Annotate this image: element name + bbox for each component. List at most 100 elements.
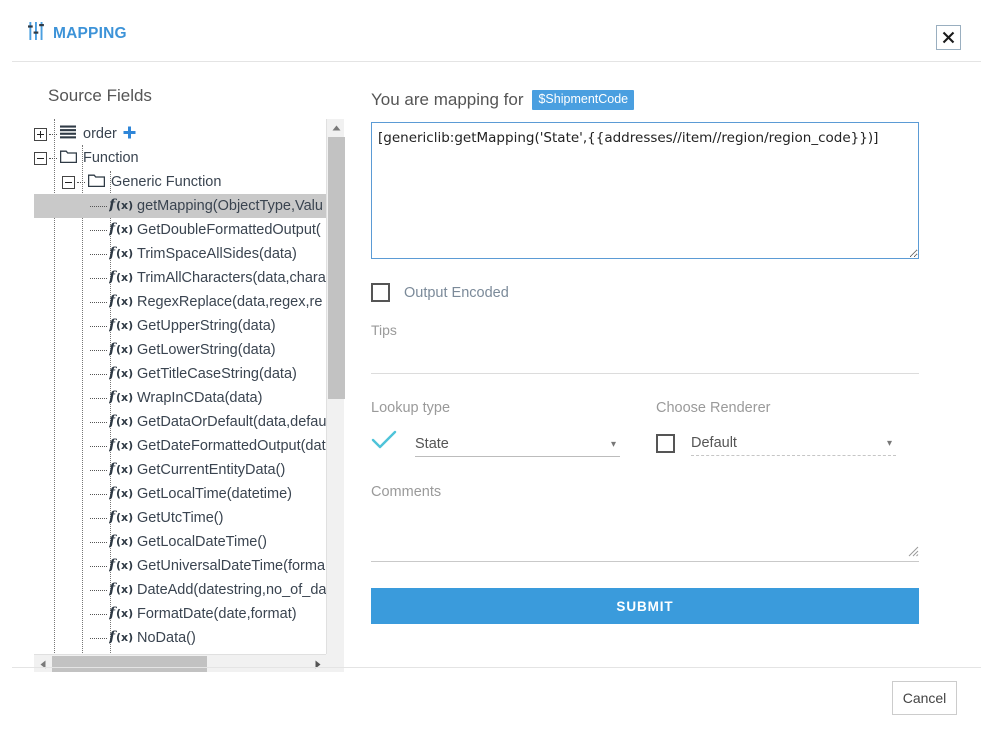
expand-icon[interactable] [34, 128, 47, 141]
fx-icon: f(x) [109, 556, 134, 576]
tree-item-label: NoData() [137, 630, 196, 646]
tree-function-item[interactable]: f(x)DateAdd(datestring,no_of_da [34, 578, 344, 602]
comments-input[interactable] [371, 536, 919, 562]
scrollbar-corner [326, 654, 344, 672]
close-icon [942, 31, 955, 44]
submit-button[interactable]: SUBMIT [371, 588, 919, 624]
source-fields-panel: Source Fields order Function Generic Funct… [34, 76, 344, 651]
resize-grip-icon[interactable] [907, 544, 919, 562]
tree-function-item[interactable]: f(x)GetUpperString(data) [34, 314, 344, 338]
scroll-left-button[interactable] [34, 655, 51, 673]
tree-function-item[interactable]: f(x)FormatDate(date,format) [34, 602, 344, 626]
svg-text:(x): (x) [116, 199, 133, 212]
svg-text:(x): (x) [116, 631, 133, 644]
tree-horizontal-scroll-thumb[interactable] [52, 656, 207, 672]
tree-connector [90, 278, 107, 279]
tree-connector [90, 542, 107, 543]
svg-text:(x): (x) [116, 439, 133, 452]
tree-function-item[interactable]: f(x)GetUtcTime() [34, 506, 344, 530]
tree-function-item[interactable]: f(x)NoData() [34, 626, 344, 650]
tree-connector [90, 590, 107, 591]
modal-header: MAPPING [0, 0, 993, 62]
tree-function-item[interactable]: f(x)TrimSpaceAllSides(data) [34, 242, 344, 266]
tree-function-item[interactable]: f(x)GetLocalDateTime() [34, 530, 344, 554]
mapping-for-label: You are mapping for [371, 90, 523, 110]
tree-node-item[interactable]: Generic Function [34, 170, 344, 194]
modal-title-group: MAPPING [28, 22, 127, 45]
lookup-type-block: Lookup type State ▾ [371, 400, 656, 457]
close-button[interactable] [936, 25, 961, 50]
fx-icon: f(x) [109, 532, 134, 552]
tree-connector [90, 446, 107, 447]
tree-function-item[interactable]: f(x)GetUniversalDateTime(forma [34, 554, 344, 578]
tree-function-item[interactable]: f(x)getMapping(ObjectType,Valu [34, 194, 344, 218]
collapse-icon[interactable] [34, 152, 47, 165]
comments-label: Comments [371, 484, 919, 500]
tree-function-item[interactable]: f(x)GetDoubleFormattedOutput( [34, 218, 344, 242]
source-fields-tree[interactable]: order Function Generic Function f(x) getMapp… [34, 119, 344, 672]
svg-text:(x): (x) [116, 607, 133, 620]
tree-item-label: Generic Function [111, 174, 221, 190]
tree-function-item[interactable]: f(x)TrimAllCharacters(data,chara [34, 266, 344, 290]
lookup-type-select[interactable]: State ▾ [415, 431, 620, 457]
tree-item-label: GetDataOrDefault(data,defau [137, 414, 326, 430]
tree-item-label: order [83, 126, 117, 142]
scroll-up-button[interactable] [327, 119, 345, 136]
tree-horizontal-scrollbar[interactable] [34, 654, 344, 672]
tree-connector [90, 206, 107, 207]
svg-text:(x): (x) [116, 415, 133, 428]
choose-renderer-block: Choose Renderer Default ▾ [656, 400, 919, 457]
tree-item-label: getMapping(ObjectType,Valu [137, 198, 323, 214]
expression-input[interactable] [371, 122, 919, 259]
tree-item-label: GetDateFormattedOutput(dat [137, 438, 326, 454]
fx-icon: f(x) [109, 508, 134, 528]
tree-item-label: GetLocalDateTime() [137, 534, 267, 550]
tree-function-item[interactable]: f(x)GetLowerString(data) [34, 338, 344, 362]
tree-function-item[interactable]: f(x)GetLocalTime(datetime) [34, 482, 344, 506]
tree-item-label: GetUpperString(data) [137, 318, 276, 334]
check-icon[interactable] [371, 430, 397, 455]
collapse-icon[interactable] [62, 176, 75, 189]
tree-item-label: GetUtcTime() [137, 510, 223, 526]
tree-item-label: Function [83, 150, 139, 166]
tree-connector [90, 470, 107, 471]
tree-vertical-scrollbar[interactable] [326, 119, 344, 672]
mapping-form-panel: You are mapping for $ShipmentCode Output… [371, 76, 919, 624]
tree-connector [90, 374, 107, 375]
svg-text:(x): (x) [116, 535, 133, 548]
svg-text:(x): (x) [116, 559, 133, 572]
renderer-select[interactable]: Default ▾ [691, 430, 896, 456]
fx-icon: f(x) [109, 316, 134, 336]
tree-item-label: RegexReplace(data,regex,re [137, 294, 322, 310]
choose-renderer-checkbox[interactable] [656, 434, 675, 453]
tree-connector [90, 350, 107, 351]
folder-icon [88, 173, 105, 191]
tree-connector [90, 638, 107, 639]
source-fields-title: Source Fields [48, 86, 152, 106]
output-encoded-checkbox[interactable] [371, 283, 390, 302]
tree-item-label: WrapInCData(data) [137, 390, 262, 406]
tree-node-item[interactable]: Function [34, 146, 344, 170]
folder-icon [60, 149, 77, 167]
tree-vertical-scroll-thumb[interactable] [328, 137, 345, 399]
tree-function-item[interactable]: f(x)GetCurrentEntityData() [34, 458, 344, 482]
tree-function-item[interactable]: f(x)GetDateFormattedOutput(dat [34, 434, 344, 458]
add-node-icon[interactable] [123, 126, 136, 143]
fx-icon: f(x) [109, 460, 134, 480]
lookup-type-value: State [415, 436, 449, 452]
sliders-icon [28, 22, 47, 45]
tree-function-item[interactable]: f(x)GetTitleCaseString(data) [34, 362, 344, 386]
tree-function-item[interactable]: f(x)WrapInCData(data) [34, 386, 344, 410]
fx-icon: f(x) [109, 388, 134, 408]
tree-function-item[interactable]: f(x)RegexReplace(data,regex,re [34, 290, 344, 314]
fx-icon: f(x) [109, 436, 134, 456]
tree-function-item[interactable]: f(x)GetDataOrDefault(data,defau [34, 410, 344, 434]
list-lines-icon [60, 125, 77, 143]
choose-renderer-line: Default ▾ [656, 430, 919, 456]
tree-node-item[interactable]: order [34, 122, 344, 146]
svg-text:(x): (x) [116, 511, 133, 524]
cancel-button[interactable]: Cancel [892, 681, 957, 715]
svg-text:(x): (x) [116, 223, 133, 236]
svg-text:(x): (x) [116, 487, 133, 500]
scroll-right-button[interactable] [309, 655, 326, 673]
